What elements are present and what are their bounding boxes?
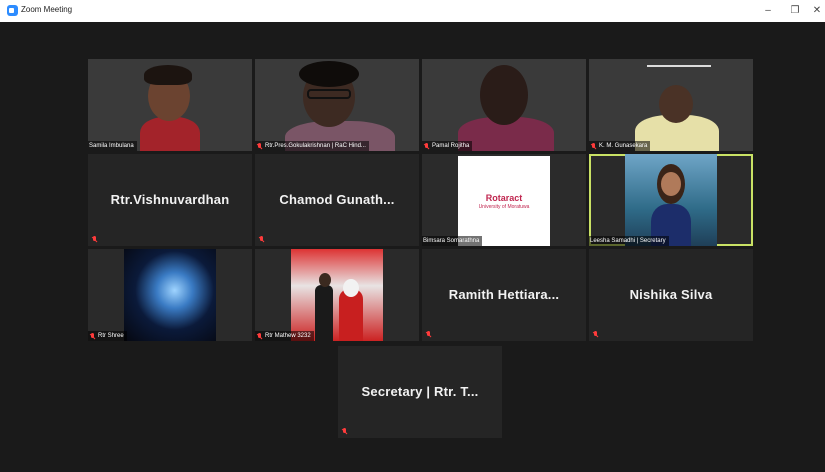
window-title: Zoom Meeting xyxy=(21,5,73,14)
participant-name-tag: K. M. Gunasekara xyxy=(589,141,651,151)
participant-display-name: Chamod Gunath... xyxy=(279,192,395,207)
participant-tile-active-speaker[interactable]: Leesha Samadhi | Secretary xyxy=(589,154,753,246)
participant-tile[interactable]: Ramith Hettiara... xyxy=(422,249,586,341)
participant-name-tag: Samila Imbulana xyxy=(88,141,137,151)
participant-display-name: Rtr.Vishnuvardhan xyxy=(110,192,230,207)
participant-tile[interactable]: Rtr.Pres.Gokulakrishnan | RaC Hind... xyxy=(255,59,419,151)
participant-name-tag: Bimsara Somarathna xyxy=(422,236,483,246)
participant-tile[interactable]: K. M. Gunasekara xyxy=(589,59,753,151)
muted-mic-icon xyxy=(256,332,262,340)
participant-tile[interactable]: Rotaract University of Moratuwa Bimsara … xyxy=(422,154,586,246)
zoom-app-icon xyxy=(7,5,18,16)
participant-video xyxy=(140,117,200,151)
muted-mic-icon xyxy=(91,236,97,243)
participant-tile[interactable]: Rtr Shree xyxy=(88,249,252,341)
rotaract-logo: Rotaract University of Moratuwa xyxy=(458,156,550,246)
muted-mic-icon xyxy=(341,428,347,435)
minimize-button[interactable]: – xyxy=(760,3,776,19)
participant-tile[interactable]: Secretary | Rtr. T... xyxy=(338,346,502,438)
participant-photo xyxy=(625,154,717,246)
participant-name-tag: Pamal Rojitha xyxy=(422,141,473,151)
participant-name-tag: Rtr Shree xyxy=(88,331,127,341)
maximize-button[interactable]: ❐ xyxy=(787,3,803,19)
muted-mic-icon xyxy=(258,236,264,243)
participant-photo xyxy=(124,249,216,341)
close-button[interactable]: ✕ xyxy=(809,3,825,19)
muted-mic-icon xyxy=(256,142,262,150)
participant-tile[interactable]: Nishika Silva xyxy=(589,249,753,341)
muted-mic-icon xyxy=(590,142,596,150)
participant-name-tag: Rtr.Pres.Gokulakrishnan | RaC Hind... xyxy=(255,141,369,151)
participant-display-name: Nishika Silva xyxy=(629,287,713,302)
muted-mic-icon xyxy=(89,332,95,340)
participant-tile[interactable]: Rtr Mathew 3232 xyxy=(255,249,419,341)
muted-mic-icon xyxy=(592,331,598,338)
title-bar: Zoom Meeting – ❐ ✕ xyxy=(0,0,825,22)
muted-mic-icon xyxy=(425,331,431,338)
participant-name-tag: Rtr Mathew 3232 xyxy=(255,331,314,341)
gallery-view: Samila Imbulana Rtr.Pres.Gokulakrishnan … xyxy=(6,22,825,472)
participant-tile[interactable]: Rtr.Vishnuvardhan xyxy=(88,154,252,246)
participant-display-name: Secretary | Rtr. T... xyxy=(361,384,479,399)
participant-tile[interactable]: Pamal Rojitha xyxy=(422,59,586,151)
participant-display-name: Ramith Hettiara... xyxy=(448,287,560,302)
participant-name-tag: Leesha Samadhi | Secretary xyxy=(589,236,669,246)
participant-tile[interactable]: Chamod Gunath... xyxy=(255,154,419,246)
participant-photo xyxy=(291,249,383,341)
participant-tile[interactable]: Samila Imbulana xyxy=(88,59,252,151)
muted-mic-icon xyxy=(423,142,429,150)
